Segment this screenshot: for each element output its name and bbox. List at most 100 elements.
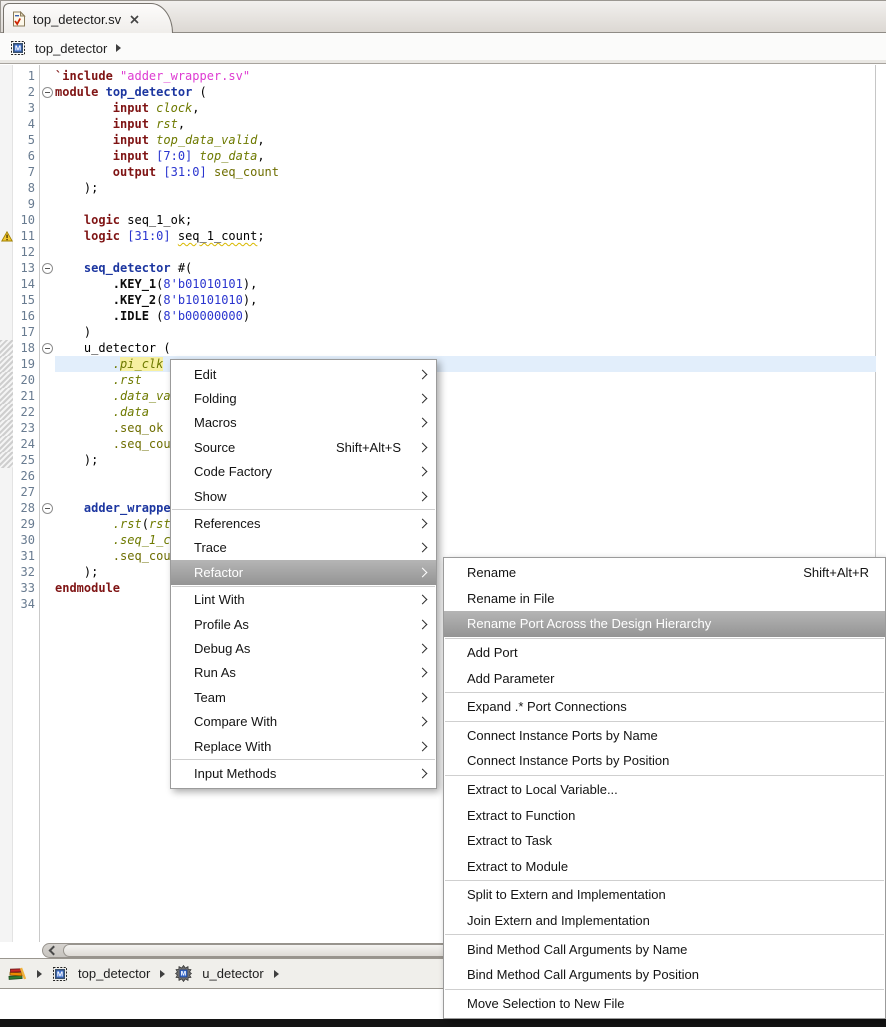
code-line[interactable]: 15 .KEY_2(8'b10101010), xyxy=(0,292,876,308)
menu-item-rename[interactable]: RenameShift+Alt+R xyxy=(444,560,885,586)
breadcrumb-arrow-icon[interactable] xyxy=(116,44,121,52)
code-text[interactable]: output [31:0] seq_count xyxy=(55,164,876,180)
breadcrumb-item-module[interactable]: top_detector xyxy=(78,966,150,981)
code-line[interactable]: 4 input rst, xyxy=(0,116,876,132)
code-line[interactable]: 26 xyxy=(0,468,876,484)
code-line[interactable]: 11 logic [31:0] seq_1_count; xyxy=(0,228,876,244)
code-text[interactable]: seq_detector #( xyxy=(55,260,876,276)
menu-item-show[interactable]: Show xyxy=(171,484,436,508)
code-text[interactable]: .IDLE (8'b00000000) xyxy=(55,308,876,324)
code-line[interactable]: 9 xyxy=(0,196,876,212)
code-text[interactable]: .KEY_2(8'b10101010), xyxy=(55,292,876,308)
code-text[interactable]: input top_data_valid, xyxy=(55,132,876,148)
code-text[interactable]: u_detector ( xyxy=(55,340,876,356)
fold-cell xyxy=(39,532,55,548)
menu-item-move-selection-to-new-file[interactable]: Move Selection to New File xyxy=(444,991,885,1017)
breadcrumb-item-instance[interactable]: u_detector xyxy=(202,966,263,981)
code-line[interactable]: 5 input top_data_valid, xyxy=(0,132,876,148)
fold-collapse-icon[interactable] xyxy=(39,84,55,100)
code-text[interactable]: `include "adder_wrapper.sv" xyxy=(55,68,876,84)
breadcrumb-arrow-icon[interactable] xyxy=(274,970,279,978)
code-line[interactable]: 13 seq_detector #( xyxy=(0,260,876,276)
code-line[interactable]: 21 .data_va xyxy=(0,388,876,404)
code-text[interactable]: logic seq_1_ok; xyxy=(55,212,876,228)
code-text[interactable]: .KEY_1(8'b01010101), xyxy=(55,276,876,292)
menu-item-rename-in-file[interactable]: Rename in File xyxy=(444,586,885,612)
menu-item-expand-port-connections[interactable]: Expand .* Port Connections xyxy=(444,694,885,720)
scroll-left-icon[interactable] xyxy=(43,944,63,957)
fold-collapse-icon[interactable] xyxy=(39,340,55,356)
menu-item-profile-as[interactable]: Profile As xyxy=(171,612,436,636)
close-icon[interactable] xyxy=(128,13,140,25)
code-text[interactable]: module top_detector ( xyxy=(55,84,876,100)
code-line[interactable]: 14 .KEY_1(8'b01010101), xyxy=(0,276,876,292)
menu-item-lint-with[interactable]: Lint With xyxy=(171,588,436,612)
menu-item-macros[interactable]: Macros xyxy=(171,411,436,435)
code-line[interactable]: 28 adder_wrappe xyxy=(0,500,876,516)
breadcrumb-arrow-icon[interactable] xyxy=(37,970,42,978)
menu-item-debug-as[interactable]: Debug As xyxy=(171,636,436,660)
context-menu: EditFoldingMacrosSourceShift+Alt+SCode F… xyxy=(170,359,437,789)
code-line[interactable]: 27 xyxy=(0,484,876,500)
code-line[interactable]: 18 u_detector ( xyxy=(0,340,876,356)
code-text[interactable]: input [7:0] top_data, xyxy=(55,148,876,164)
menu-item-source[interactable]: SourceShift+Alt+S xyxy=(171,435,436,459)
menu-item-code-factory[interactable]: Code Factory xyxy=(171,460,436,484)
code-line[interactable]: 29 .rst(rst xyxy=(0,516,876,532)
menu-item-rename-port-across-the-design-hierarchy[interactable]: Rename Port Across the Design Hierarchy xyxy=(444,611,885,637)
fold-collapse-icon[interactable] xyxy=(39,500,55,516)
breadcrumb-arrow-icon[interactable] xyxy=(160,970,165,978)
menu-item-compare-with[interactable]: Compare With xyxy=(171,709,436,733)
menu-item-team[interactable]: Team xyxy=(171,685,436,709)
menu-item-connect-instance-ports-by-name[interactable]: Connect Instance Ports by Name xyxy=(444,723,885,749)
menu-item-refactor[interactable]: Refactor xyxy=(171,560,436,584)
code-text[interactable]: input clock, xyxy=(55,100,876,116)
code-line[interactable]: 3 input clock, xyxy=(0,100,876,116)
code-line[interactable]: 19 .pi_clk xyxy=(0,356,876,372)
menu-item-folding[interactable]: Folding xyxy=(171,386,436,410)
code-text[interactable]: ) xyxy=(55,324,876,340)
fold-collapse-icon[interactable] xyxy=(39,260,55,276)
submenu-arrow-icon xyxy=(418,491,428,501)
menu-item-extract-to-task[interactable]: Extract to Task xyxy=(444,828,885,854)
code-line[interactable]: 10 logic seq_1_ok; xyxy=(0,212,876,228)
code-line[interactable]: 12 xyxy=(0,244,876,260)
code-text[interactable] xyxy=(55,244,876,260)
breadcrumb-item-module[interactable]: top_detector xyxy=(35,41,107,56)
code-line[interactable]: 8 ); xyxy=(0,180,876,196)
code-line[interactable]: 23 .seq_ok xyxy=(0,420,876,436)
menu-item-replace-with[interactable]: Replace With xyxy=(171,734,436,758)
menu-item-references[interactable]: References xyxy=(171,511,436,535)
code-line[interactable]: 7 output [31:0] seq_count xyxy=(0,164,876,180)
menu-item-bind-method-call-arguments-by-position[interactable]: Bind Method Call Arguments by Position xyxy=(444,962,885,988)
menu-item-extract-to-local-variable[interactable]: Extract to Local Variable... xyxy=(444,777,885,803)
menu-item-run-as[interactable]: Run As xyxy=(171,661,436,685)
menu-item-input-methods[interactable]: Input Methods xyxy=(171,761,436,785)
code-text[interactable]: input rst, xyxy=(55,116,876,132)
code-line[interactable]: 20 .rst xyxy=(0,372,876,388)
code-text[interactable]: ); xyxy=(55,180,876,196)
code-text[interactable]: logic [31:0] seq_1_count; xyxy=(55,228,876,244)
code-line[interactable]: 22 .data xyxy=(0,404,876,420)
code-line[interactable]: 2module top_detector ( xyxy=(0,84,876,100)
code-line[interactable]: 24 .seq_cou xyxy=(0,436,876,452)
code-line[interactable]: 17 ) xyxy=(0,324,876,340)
code-line[interactable]: 25 ); xyxy=(0,452,876,468)
code-line[interactable]: 1`include "adder_wrapper.sv" xyxy=(0,68,876,84)
code-line[interactable]: 30 .seq_1_c xyxy=(0,532,876,548)
menu-item-extract-to-module[interactable]: Extract to Module xyxy=(444,854,885,880)
menu-item-join-extern-and-implementation[interactable]: Join Extern and Implementation xyxy=(444,908,885,934)
menu-item-trace[interactable]: Trace xyxy=(171,536,436,560)
library-icon[interactable] xyxy=(8,966,27,981)
menu-item-edit[interactable]: Edit xyxy=(171,362,436,386)
menu-item-bind-method-call-arguments-by-name[interactable]: Bind Method Call Arguments by Name xyxy=(444,936,885,962)
menu-item-extract-to-function[interactable]: Extract to Function xyxy=(444,802,885,828)
menu-item-add-port[interactable]: Add Port xyxy=(444,640,885,666)
menu-item-connect-instance-ports-by-position[interactable]: Connect Instance Ports by Position xyxy=(444,748,885,774)
menu-item-add-parameter[interactable]: Add Parameter xyxy=(444,665,885,691)
menu-item-split-to-extern-and-implementation[interactable]: Split to Extern and Implementation xyxy=(444,882,885,908)
code-line[interactable]: 16 .IDLE (8'b00000000) xyxy=(0,308,876,324)
code-line[interactable]: 6 input [7:0] top_data, xyxy=(0,148,876,164)
editor-tab[interactable]: top_detector.sv xyxy=(3,3,173,34)
code-text[interactable] xyxy=(55,196,876,212)
